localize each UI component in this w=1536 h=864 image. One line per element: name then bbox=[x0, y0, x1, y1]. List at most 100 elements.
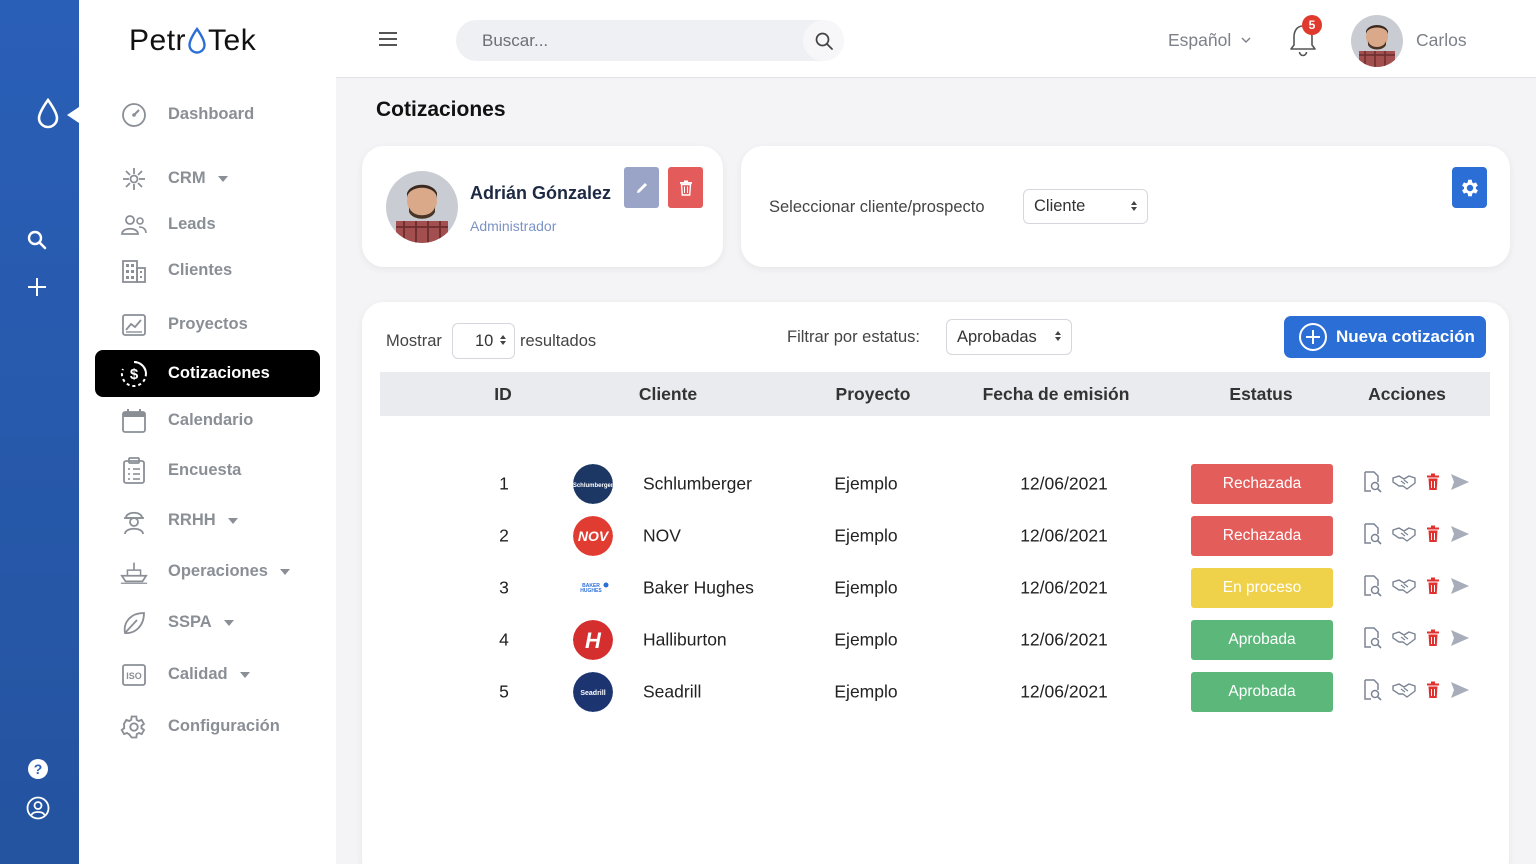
page-size-select[interactable]: 10 bbox=[452, 323, 515, 359]
sidebar-item-clientes[interactable]: Clientes bbox=[95, 247, 320, 294]
sidebar-item-crm[interactable]: CRM bbox=[95, 155, 320, 202]
sidebar: Petr Tek Dashboard CRM Leads Clientes Proyec… bbox=[79, 0, 336, 864]
sidebar-item-sspa[interactable]: SSPA bbox=[95, 599, 320, 646]
sidebar-item-rrhh[interactable]: RRHH bbox=[95, 497, 320, 544]
row-client[interactable]: Seadrill bbox=[643, 682, 701, 703]
search-button[interactable] bbox=[803, 20, 844, 61]
status-filter-label: Filtrar por estatus: bbox=[787, 328, 920, 346]
svg-text:$: $ bbox=[130, 366, 139, 383]
view-document-icon[interactable] bbox=[1362, 523, 1382, 545]
col-project[interactable]: Proyecto bbox=[836, 384, 911, 405]
sidebar-item-calendario[interactable]: Calendario bbox=[95, 397, 320, 444]
sidebar-item-dashboard[interactable]: Dashboard bbox=[95, 91, 320, 138]
view-document-icon[interactable] bbox=[1362, 471, 1382, 493]
send-icon[interactable] bbox=[1450, 577, 1470, 595]
client-logo-icon: Seadrill bbox=[573, 672, 613, 712]
col-status[interactable]: Estatus bbox=[1229, 384, 1292, 405]
handshake-icon[interactable] bbox=[1392, 577, 1416, 595]
trash-icon[interactable] bbox=[1426, 577, 1440, 595]
icon-rail: ? bbox=[0, 0, 79, 864]
col-actions: Acciones bbox=[1368, 384, 1446, 404]
page-title: Cotizaciones bbox=[376, 98, 506, 121]
svg-text:H: H bbox=[585, 628, 602, 653]
view-document-icon[interactable] bbox=[1362, 679, 1382, 701]
sidebar-item-label: Leads bbox=[168, 215, 216, 233]
brand-logo[interactable]: Petr Tek bbox=[129, 24, 256, 58]
col-client[interactable]: Cliente bbox=[639, 384, 697, 405]
sidebar-item-encuesta[interactable]: Encuesta bbox=[95, 447, 320, 494]
col-id[interactable]: ID bbox=[494, 384, 512, 405]
row-project: Ejemplo bbox=[834, 525, 898, 546]
handshake-icon[interactable] bbox=[1392, 681, 1416, 699]
caret-down-icon bbox=[279, 568, 290, 575]
notification-badge: 5 bbox=[1302, 15, 1322, 35]
user-avatar[interactable] bbox=[1351, 15, 1403, 67]
trash-icon[interactable] bbox=[1426, 525, 1440, 543]
send-icon[interactable] bbox=[1450, 681, 1470, 699]
language-selector[interactable]: Español bbox=[1168, 30, 1251, 51]
trash-icon[interactable] bbox=[1426, 681, 1440, 699]
plus-icon[interactable] bbox=[26, 276, 48, 298]
delete-profile-button[interactable] bbox=[668, 167, 703, 208]
edit-profile-button[interactable] bbox=[624, 167, 659, 208]
status-filter-select[interactable]: Aprobadas bbox=[946, 319, 1072, 355]
handshake-icon[interactable] bbox=[1392, 629, 1416, 647]
sidebar-item-label: Clientes bbox=[168, 261, 233, 279]
search-input[interactable] bbox=[456, 20, 806, 61]
table-row: 5 Seadrill Seadrill Ejemplo 12/06/2021 Aproba… bbox=[380, 666, 1490, 718]
svg-text:Seadrill: Seadrill bbox=[580, 690, 605, 697]
svg-text:ISO: ISO bbox=[126, 671, 142, 681]
send-icon[interactable] bbox=[1450, 473, 1470, 491]
row-client[interactable]: NOV bbox=[643, 526, 681, 547]
sidebar-item-leads[interactable]: Leads bbox=[95, 201, 320, 248]
select-arrows-icon bbox=[500, 335, 506, 345]
send-icon[interactable] bbox=[1450, 629, 1470, 647]
trash-icon[interactable] bbox=[1426, 629, 1440, 647]
new-quote-button[interactable]: Nueva cotización bbox=[1284, 316, 1486, 358]
row-issue-date: 12/06/2021 bbox=[1020, 525, 1108, 546]
sidebar-item-cotizaciones[interactable]: $ Cotizaciones bbox=[95, 350, 320, 397]
caret-down-icon bbox=[239, 671, 250, 678]
search-icon[interactable] bbox=[26, 229, 48, 251]
handshake-icon[interactable] bbox=[1392, 525, 1416, 543]
sidebar-item-label: Operaciones bbox=[168, 562, 268, 580]
sidebar-item-configuracion[interactable]: Configuración bbox=[95, 703, 320, 750]
row-client[interactable]: Baker Hughes bbox=[643, 578, 754, 599]
pencil-icon bbox=[636, 182, 647, 193]
sidebar-item-operaciones[interactable]: Operaciones bbox=[95, 548, 320, 595]
row-actions bbox=[1362, 523, 1470, 545]
row-client[interactable]: Schlumberger bbox=[643, 474, 752, 495]
row-project: Ejemplo bbox=[834, 681, 898, 702]
row-id: 3 bbox=[499, 577, 509, 598]
table-header: ID Cliente Proyecto Fecha de emisión Est… bbox=[380, 372, 1490, 416]
client-selector-card: Seleccionar cliente/prospecto Cliente bbox=[741, 146, 1510, 267]
user-circle-icon[interactable] bbox=[26, 796, 50, 820]
trash-icon[interactable] bbox=[1426, 473, 1440, 491]
row-client[interactable]: Halliburton bbox=[643, 630, 727, 651]
gear-icon bbox=[1461, 179, 1478, 196]
client-logo-icon: BAKER HUGHES bbox=[573, 568, 613, 608]
handshake-icon[interactable] bbox=[1392, 473, 1416, 491]
sidebar-item-proyectos[interactable]: Proyectos bbox=[95, 301, 320, 348]
droplet-logo-icon[interactable] bbox=[36, 98, 60, 130]
col-issue-date[interactable]: Fecha de emisión bbox=[983, 384, 1130, 405]
client-logo-icon: Schlumberger bbox=[573, 464, 613, 504]
user-name[interactable]: Carlos bbox=[1416, 30, 1467, 51]
sidebar-item-calidad[interactable]: ISO Calidad bbox=[95, 651, 320, 698]
hamburger-menu-icon[interactable] bbox=[378, 31, 398, 47]
brand-right-text: Tek bbox=[208, 24, 257, 57]
show-label: Mostrar bbox=[386, 332, 442, 350]
view-document-icon[interactable] bbox=[1362, 575, 1382, 597]
send-icon[interactable] bbox=[1450, 525, 1470, 543]
settings-button[interactable] bbox=[1452, 167, 1487, 208]
sidebar-item-label: Configuración bbox=[168, 717, 280, 735]
client-logo-icon: NOV bbox=[573, 516, 613, 556]
row-issue-date: 12/06/2021 bbox=[1020, 681, 1108, 702]
view-document-icon[interactable] bbox=[1362, 627, 1382, 649]
help-icon[interactable]: ? bbox=[27, 758, 49, 780]
table-row: 2 NOV NOV Ejemplo 12/06/2021 Rechazada bbox=[380, 510, 1490, 562]
search-bar bbox=[456, 20, 844, 61]
table-row: 1 Schlumberger Schlumberger Ejemplo 12/06/20… bbox=[380, 458, 1490, 510]
client-type-select[interactable]: Cliente bbox=[1023, 189, 1148, 224]
status-badge: En proceso bbox=[1191, 568, 1333, 608]
